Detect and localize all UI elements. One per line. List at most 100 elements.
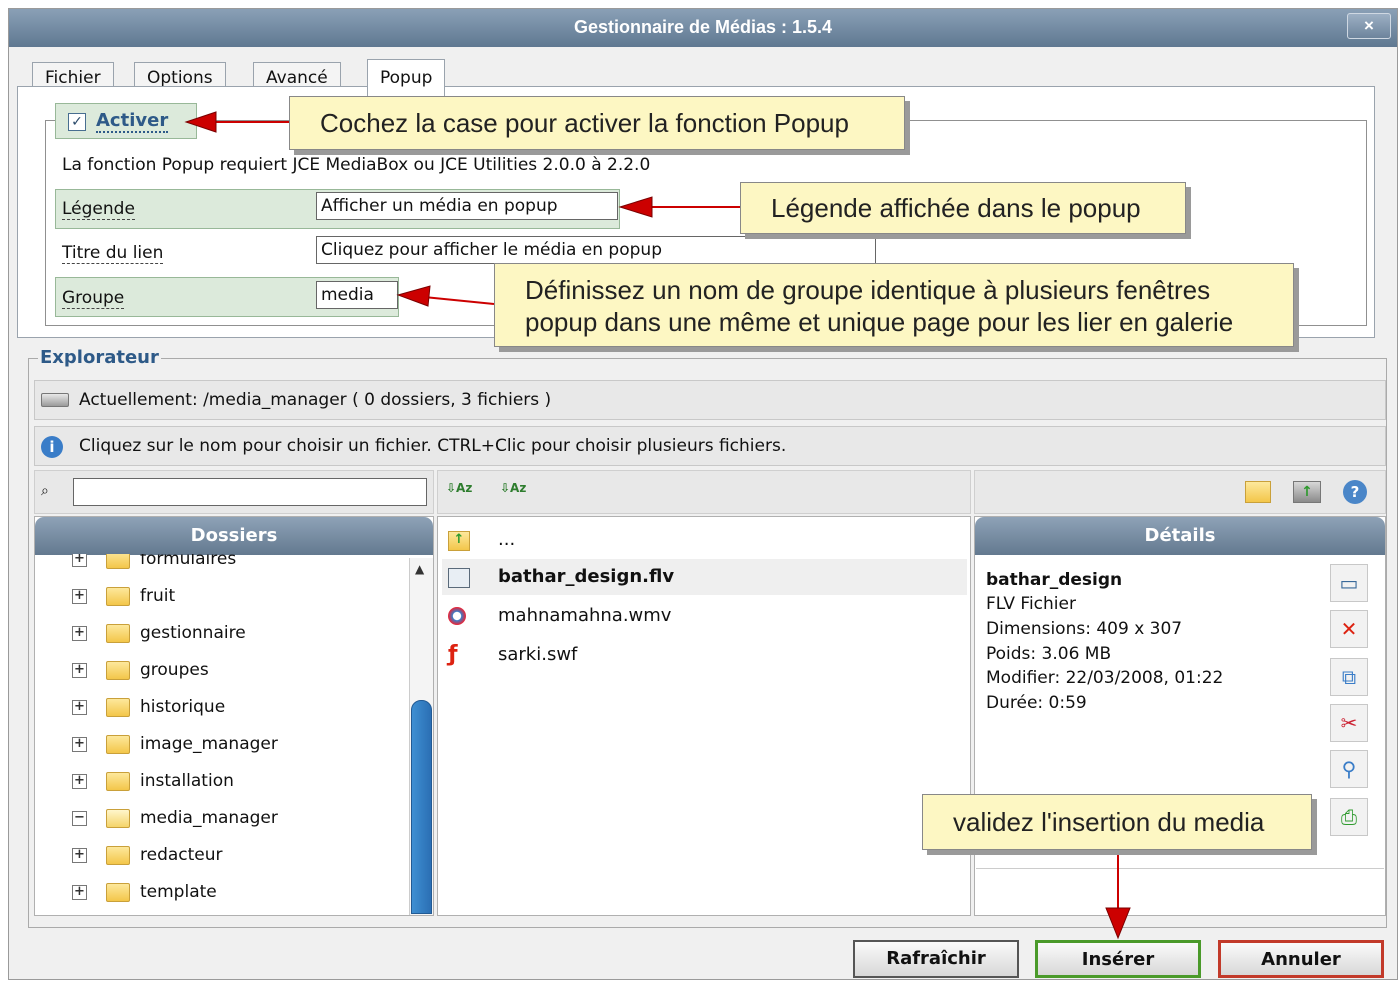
folder-icon xyxy=(106,698,130,717)
callout-group-line-2: popup dans une même et unique page pour … xyxy=(525,307,1234,337)
folder-name[interactable]: installation xyxy=(140,766,234,796)
file-row-selected[interactable]: bathar_design.flv xyxy=(442,559,967,595)
detail-type: FLV Fichier xyxy=(986,594,1076,614)
expand-toggle[interactable]: + xyxy=(72,700,87,715)
insert-media-icon[interactable]: ▭ xyxy=(1330,564,1368,602)
title-bar: Gestionnaire de Médias : 1.5.4 × xyxy=(9,9,1397,47)
flv-file-icon xyxy=(448,568,470,588)
file-row[interactable]: ƒ sarki.swf xyxy=(442,637,967,673)
explorer-legend: Explorateur xyxy=(38,347,161,368)
copy-icon[interactable]: ⧉ xyxy=(1330,658,1368,696)
current-path-bar: Actuellement: /media_manager ( 0 dossier… xyxy=(34,380,1386,420)
folder-name[interactable]: gestionnaire xyxy=(140,618,246,648)
file-name[interactable]: bathar_design.flv xyxy=(498,559,674,595)
hint-bar: i Cliquez sur le nom pour choisir un fic… xyxy=(34,426,1386,466)
folder-icon xyxy=(106,587,130,606)
folder-name[interactable]: historique xyxy=(140,692,225,722)
expand-toggle[interactable]: + xyxy=(72,554,87,567)
open-folder-icon xyxy=(106,809,130,828)
group-field-label: Groupe xyxy=(62,288,125,309)
detail-size: Poids: 3.06 MB xyxy=(986,644,1112,664)
folder-icon xyxy=(106,661,130,680)
activate-label[interactable]: Activer xyxy=(96,111,169,133)
legend-field-label: Légende xyxy=(62,199,135,220)
folder-icon xyxy=(106,735,130,754)
folder-list: + formulaires + fruit + gestionnaire + group… xyxy=(34,554,409,916)
actions-toolbar: ↑ ? xyxy=(974,470,1386,514)
expand-toggle[interactable]: + xyxy=(72,848,87,863)
callout-group-line-1: Définissez un nom de groupe identique à … xyxy=(525,275,1211,305)
folder-icon xyxy=(106,624,130,643)
binoculars-icon[interactable]: ⌕ xyxy=(41,483,49,499)
new-folder-icon[interactable] xyxy=(1245,481,1271,503)
sort-name-icon[interactable]: ⇩Az xyxy=(446,481,472,505)
folder-name[interactable]: image_manager xyxy=(140,729,278,759)
folder-name[interactable]: template xyxy=(140,877,217,907)
cancel-button[interactable]: Annuler xyxy=(1218,940,1384,978)
folders-header: Dossiers xyxy=(35,517,433,555)
details-header: Détails xyxy=(975,517,1385,555)
folder-up-icon: ↑ xyxy=(448,531,470,551)
current-path-text: Actuellement: /media_manager ( 0 dossier… xyxy=(79,390,552,410)
wmv-file-icon xyxy=(448,607,466,625)
expand-toggle[interactable]: + xyxy=(72,589,87,604)
close-button[interactable]: × xyxy=(1347,13,1391,39)
expand-toggle[interactable]: + xyxy=(72,626,87,641)
link-title-input[interactable]: Cliquez pour afficher le média en popup xyxy=(316,236,876,264)
tab-popup[interactable]: Popup xyxy=(367,59,446,96)
file-row[interactable]: mahnamahna.wmv xyxy=(442,598,967,634)
folder-name[interactable]: formulaires xyxy=(140,554,236,574)
folder-icon xyxy=(106,554,130,569)
swf-file-icon: ƒ xyxy=(448,642,458,667)
collapse-toggle[interactable]: − xyxy=(72,811,87,826)
legend-input[interactable]: Afficher un média en popup xyxy=(316,192,618,220)
info-icon: i xyxy=(41,436,63,458)
file-name[interactable]: mahnamahna.wmv xyxy=(498,598,671,634)
help-icon[interactable]: ? xyxy=(1343,480,1367,504)
link-title-label: Titre du lien xyxy=(62,243,164,264)
refresh-button[interactable]: Rafraîchir xyxy=(853,940,1019,978)
details-divider xyxy=(976,868,1384,869)
cut-icon[interactable]: ✂ xyxy=(1330,704,1368,742)
detail-dimensions: Dimensions: 409 x 307 xyxy=(986,619,1183,639)
folder-name[interactable]: fruit xyxy=(140,581,175,611)
detail-name: bathar_design xyxy=(986,570,1123,590)
search-toolbar: ⌕ xyxy=(34,470,434,514)
folder-name[interactable]: groupes xyxy=(140,655,209,685)
folder-scrollbar[interactable]: ▲ xyxy=(409,558,433,915)
callout-activate: Cochez la case pour activer la fonction … xyxy=(289,96,905,150)
insert-button[interactable]: Insérer xyxy=(1035,940,1201,978)
detail-modified: Modifier: 22/03/2008, 01:22 xyxy=(986,668,1224,688)
delete-icon[interactable]: ✕ xyxy=(1330,610,1368,648)
expand-toggle[interactable]: + xyxy=(72,663,87,678)
parent-folder-label[interactable]: ... xyxy=(498,522,515,558)
popup-requirement-text: La fonction Popup requiert JCE MediaBox … xyxy=(62,155,651,175)
folder-icon xyxy=(106,772,130,791)
activate-legend: ✓ Activer xyxy=(55,103,197,139)
sort-toolbar: ⇩Az ⇩Az xyxy=(437,470,971,514)
folder-name[interactable]: redacteur xyxy=(140,840,223,870)
hint-text: Cliquez sur le nom pour choisir un fichi… xyxy=(79,436,787,456)
folder-icon xyxy=(106,883,130,902)
scrollbar-thumb[interactable] xyxy=(411,700,432,914)
callout-group: Définissez un nom de groupe identique à … xyxy=(494,263,1294,347)
sort-date-icon[interactable]: ⇩Az xyxy=(500,481,526,505)
callout-legend: Légende affichée dans le popup xyxy=(740,182,1186,234)
upload-icon[interactable]: ↑ xyxy=(1293,481,1321,503)
scroll-up-arrow-icon[interactable]: ▲ xyxy=(415,562,424,576)
parent-folder-row[interactable]: ↑ ... xyxy=(442,522,967,558)
folder-name[interactable]: media_manager xyxy=(140,803,278,833)
file-name[interactable]: sarki.swf xyxy=(498,637,577,673)
search-input[interactable] xyxy=(73,478,427,506)
new-file-icon[interactable]: ⎙ xyxy=(1330,798,1368,836)
group-input[interactable]: media xyxy=(316,281,398,309)
expand-toggle[interactable]: + xyxy=(72,737,87,752)
activate-checkbox[interactable]: ✓ xyxy=(68,113,86,131)
drive-icon xyxy=(41,393,69,407)
callout-insert: validez l'insertion du media xyxy=(922,794,1312,850)
folder-icon xyxy=(106,846,130,865)
preview-zoom-icon[interactable]: ⚲ xyxy=(1330,750,1368,788)
expand-toggle[interactable]: + xyxy=(72,774,87,789)
expand-toggle[interactable]: + xyxy=(72,885,87,900)
window-title: Gestionnaire de Médias : 1.5.4 xyxy=(573,17,833,37)
